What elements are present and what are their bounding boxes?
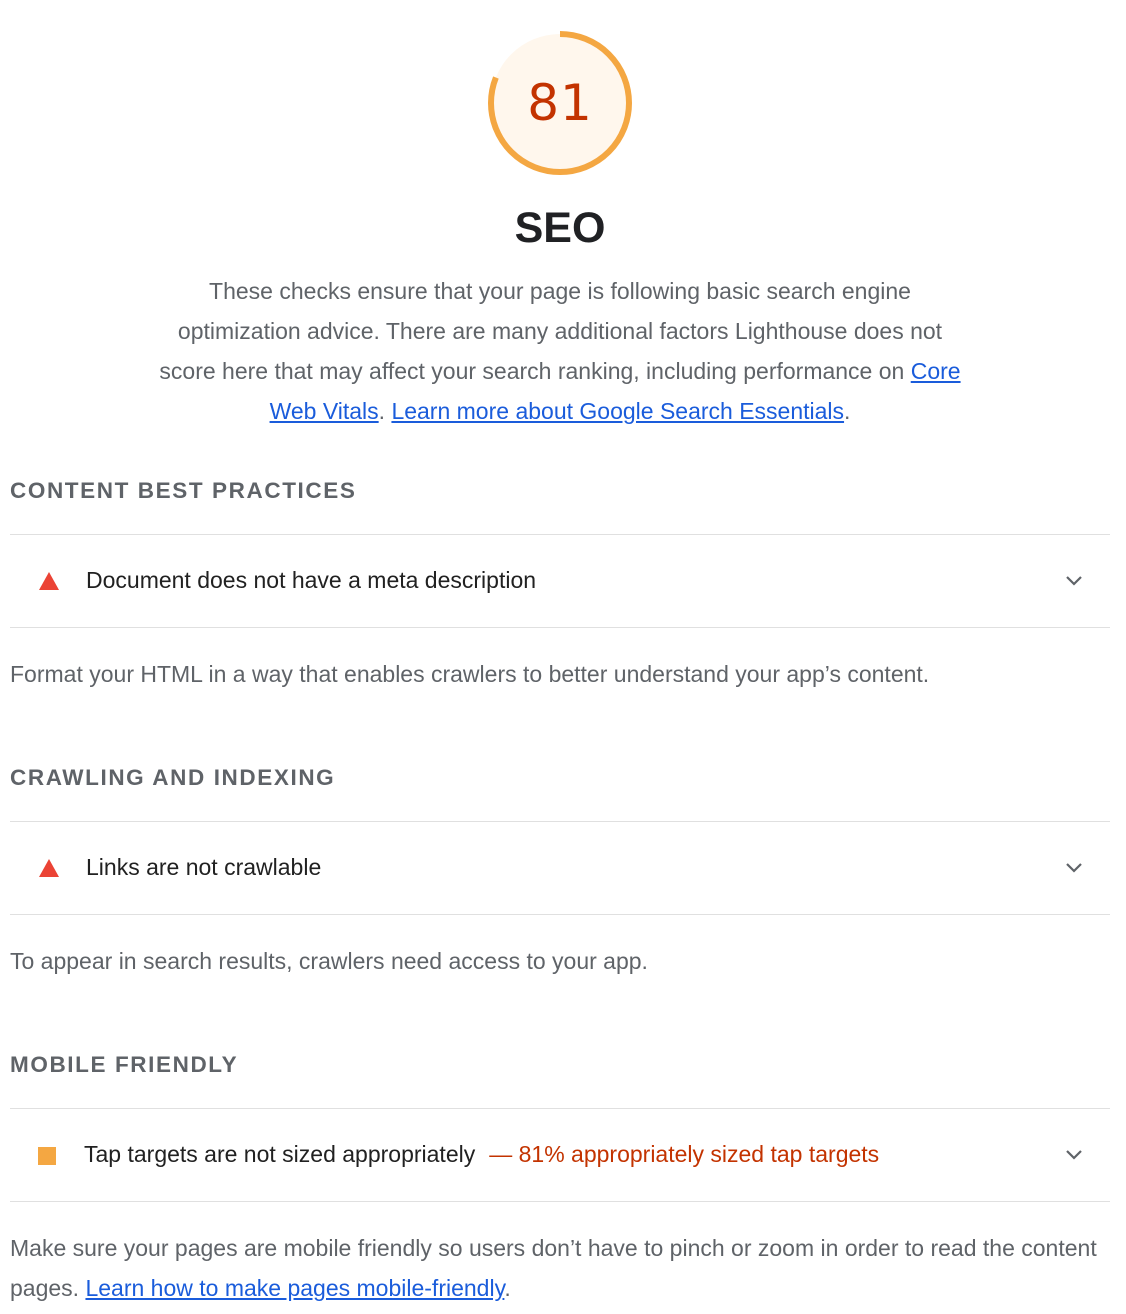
audit-title: Tap targets are not sized appropriately —… bbox=[84, 1141, 879, 1168]
category-title: SEO bbox=[514, 204, 606, 252]
group-description: Format your HTML in a way that enables c… bbox=[10, 661, 930, 687]
audit-meta-description[interactable]: Document does not have a meta descriptio… bbox=[10, 535, 1110, 627]
fail-triangle-icon bbox=[39, 859, 59, 877]
group-description: Make sure your pages are mobile friendly… bbox=[10, 1228, 1110, 1308]
category-description: These checks ensure that your page is fo… bbox=[150, 271, 970, 431]
group-heading-mobile-friendly: MOBILE FRIENDLY bbox=[10, 1052, 239, 1077]
audit-crawlable-links[interactable]: Links are not crawlable bbox=[10, 822, 1110, 914]
divider bbox=[10, 914, 1110, 915]
learn-more-search-essentials-link[interactable]: Learn more about Google Search Essential… bbox=[391, 398, 844, 424]
learn-mobile-friendly-link[interactable]: Learn how to make pages mobile-friendly bbox=[85, 1275, 504, 1301]
score-value: 81 bbox=[527, 74, 593, 132]
chevron-down-icon[interactable] bbox=[1062, 858, 1086, 878]
audit-title: Links are not crawlable bbox=[86, 854, 321, 881]
divider bbox=[10, 627, 1110, 628]
divider bbox=[10, 1201, 1110, 1202]
fail-triangle-icon bbox=[39, 572, 59, 590]
group-heading-crawling-and-indexing: CRAWLING AND INDEXING bbox=[10, 765, 336, 790]
audit-title-text: Document does not have a meta descriptio… bbox=[86, 567, 537, 593]
group-description: To appear in search results, crawlers ne… bbox=[10, 948, 648, 974]
chevron-down-icon[interactable] bbox=[1062, 571, 1086, 591]
group-description-end: . bbox=[504, 1275, 511, 1301]
group-heading-content-best-practices: CONTENT BEST PRACTICES bbox=[10, 478, 357, 503]
average-square-icon bbox=[38, 1147, 56, 1165]
score-gauge: 81 bbox=[486, 29, 634, 177]
description-end: . bbox=[844, 398, 851, 424]
description-separator: . bbox=[378, 398, 392, 424]
audit-tap-targets[interactable]: Tap targets are not sized appropriately —… bbox=[10, 1109, 1110, 1201]
chevron-down-icon[interactable] bbox=[1062, 1145, 1086, 1165]
audit-title-text: Tap targets are not sized appropriately bbox=[84, 1141, 476, 1167]
category-description-text: These checks ensure that your page is fo… bbox=[159, 278, 943, 384]
audit-title-text: Links are not crawlable bbox=[86, 854, 322, 880]
audit-title: Document does not have a meta descriptio… bbox=[86, 567, 536, 594]
audit-display-value: — 81% appropriately sized tap targets bbox=[489, 1141, 880, 1167]
